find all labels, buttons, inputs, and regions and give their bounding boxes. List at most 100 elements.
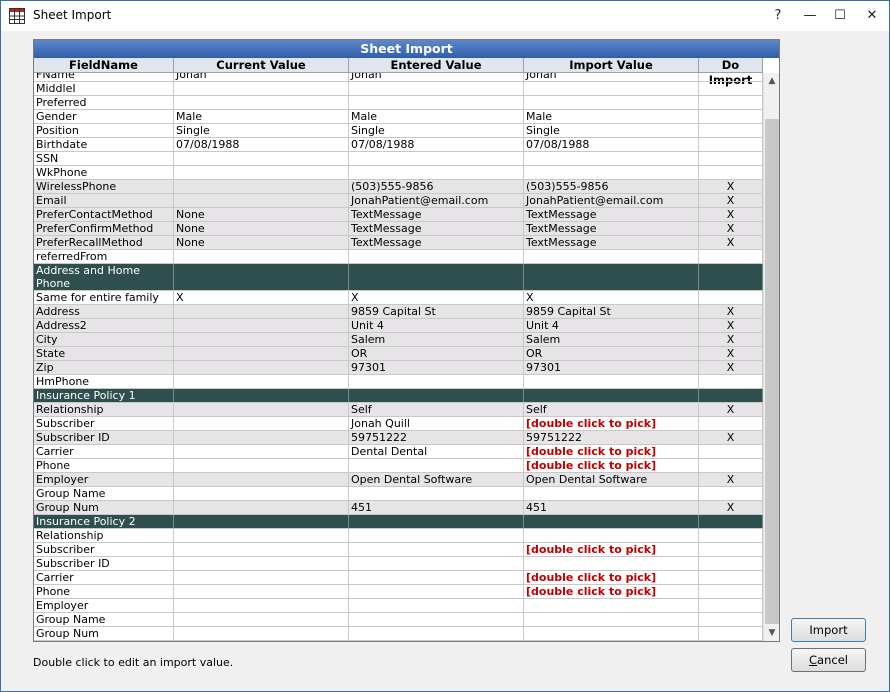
table-row[interactable]: Carrier Dental Dental [double click to pic… [34,445,763,459]
cell-import-value[interactable]: 97301 [524,361,699,374]
cell-import-value[interactable] [524,557,699,570]
table-row[interactable]: Phone [double click to pick] [34,585,763,599]
table-row[interactable]: Employer Open Dental Software Open Dental … [34,473,763,487]
table-row[interactable]: Carrier [double click to pick] [34,571,763,585]
vertical-scrollbar[interactable]: ▲ ▼ [763,73,779,641]
cell-import-value[interactable] [524,389,699,402]
cell-import-value[interactable] [524,613,699,626]
sheet-import-grid[interactable]: Sheet Import FieldName Current Value Ent… [33,39,780,642]
section-header-row[interactable]: Insurance Policy 2 [34,515,763,529]
header-do-import[interactable]: Do Import [699,58,763,87]
header-entered-value[interactable]: Entered Value [349,58,524,73]
cell-import-value[interactable]: (503)555-9856 [524,180,699,193]
table-row[interactable]: PreferContactMethod None TextMessage TextMe… [34,208,763,222]
minimize-button[interactable]: — [795,1,825,31]
cell-import-value[interactable] [524,96,699,109]
cell-import-value[interactable] [524,375,699,388]
table-row[interactable]: Birthdate 07/08/1988 07/08/1988 07/08/1988 [34,138,763,152]
table-row[interactable]: Group Num 451 451 X [34,501,763,515]
table-row[interactable]: City Salem Salem X [34,333,763,347]
table-row[interactable]: WkPhone [34,166,763,180]
table-row[interactable]: SSN [34,152,763,166]
help-button[interactable]: ? [763,1,793,31]
cell-import-value[interactable]: Single [524,124,699,137]
table-row[interactable]: Subscriber ID 59751222 59751222 X [34,431,763,445]
header-import-value[interactable]: Import Value [524,58,699,73]
close-button[interactable]: ✕ [857,1,887,31]
table-row[interactable]: referredFrom [34,250,763,264]
table-row[interactable]: Subscriber Jonah Quill [double click to pi… [34,417,763,431]
cell-import-value[interactable]: 07/08/1988 [524,138,699,151]
section-header-row[interactable]: Address and Home Phone [34,264,763,291]
cell-import-value[interactable] [524,250,699,263]
cell-import-value[interactable]: Unit 4 [524,319,699,332]
table-row[interactable]: Same for entire family X X X [34,291,763,305]
maximize-button[interactable]: ☐ [825,1,855,31]
cell-import-value[interactable] [524,599,699,612]
cell-import-value[interactable]: [double click to pick] [524,459,699,472]
cell-import-value[interactable]: X [524,291,699,304]
cell-import-value[interactable]: [double click to pick] [524,585,699,598]
table-row[interactable]: Group Num [34,627,763,641]
cell-import-value[interactable] [524,166,699,179]
cell-import-value[interactable]: Johan [524,73,699,81]
table-row[interactable]: State OR OR X [34,347,763,361]
cell-import-value[interactable]: [double click to pick] [524,445,699,458]
table-row[interactable]: PreferConfirmMethod None TextMessage TextMe… [34,222,763,236]
table-row[interactable]: Address 9859 Capital St 9859 Capital St X [34,305,763,319]
section-header-row[interactable]: Insurance Policy 1 [34,389,763,403]
cell-import-value[interactable] [524,152,699,165]
import-button[interactable]: Import [791,618,866,642]
scroll-down-arrow-icon[interactable]: ▼ [764,625,779,641]
cell-import-value[interactable]: TextMessage [524,208,699,221]
cell-import-value[interactable]: 9859 Capital St [524,305,699,318]
cancel-button[interactable]: Cancel [791,648,866,672]
cell-import-value[interactable]: 451 [524,501,699,514]
table-row[interactable]: Preferred [34,96,763,110]
table-row[interactable]: Group Name [34,613,763,627]
header-fieldname[interactable]: FieldName [34,58,174,73]
cell-import-value[interactable] [524,487,699,500]
table-row[interactable]: Subscriber [double click to pick] [34,543,763,557]
scroll-up-arrow-icon[interactable]: ▲ [764,73,779,89]
table-row[interactable]: FName Johan Johan Johan [34,73,763,82]
cell-import-value[interactable]: JonahPatient@email.com [524,194,699,207]
table-row[interactable]: Group Name [34,487,763,501]
cell-import-value[interactable]: [double click to pick] [524,543,699,556]
table-row[interactable]: Subscriber ID [34,557,763,571]
table-row[interactable]: Position Single Single Single [34,124,763,138]
cell-import-value[interactable] [524,627,699,640]
table-row[interactable]: Relationship [34,529,763,543]
cell-import-value[interactable] [524,515,699,528]
cell-import-value[interactable]: [double click to pick] [524,417,699,430]
scroll-thumb[interactable] [765,119,779,624]
cell-import-value[interactable]: [double click to pick] [524,571,699,584]
cell-import-value[interactable]: Male [524,110,699,123]
table-row[interactable]: HmPhone [34,375,763,389]
table-row[interactable]: WirelessPhone (503)555-9856 (503)555-9856 X [34,180,763,194]
cell-entered-value: Open Dental Software [349,473,524,486]
cell-import-value[interactable]: Self [524,403,699,416]
cell-import-value[interactable] [524,529,699,542]
table-row[interactable]: Address2 Unit 4 Unit 4X [34,319,763,333]
cell-import-value[interactable]: Open Dental Software [524,473,699,486]
table-row[interactable]: PreferRecallMethod None TextMessage TextMes… [34,236,763,250]
table-row[interactable]: Employer [34,599,763,613]
cell-fieldname: Address and Home Phone [34,264,174,290]
cell-import-value[interactable]: TextMessage [524,222,699,235]
cell-import-value[interactable]: 59751222 [524,431,699,444]
cell-import-value[interactable] [524,82,699,95]
header-current-value[interactable]: Current Value [174,58,349,73]
table-row[interactable]: Phone [double click to pick] [34,459,763,473]
table-row[interactable]: MiddleI [34,82,763,96]
cell-import-value[interactable]: Salem [524,333,699,346]
cell-current-value [174,194,349,207]
table-row[interactable]: Zip 97301 97301 X [34,361,763,375]
cell-import-value[interactable] [524,264,699,290]
cell-entered-value: 59751222 [349,431,524,444]
cell-import-value[interactable]: TextMessage [524,236,699,249]
cell-import-value[interactable]: OR [524,347,699,360]
table-row[interactable]: Relationship Self Self X [34,403,763,417]
table-row[interactable]: Gender Male Male Male [34,110,763,124]
table-row[interactable]: Email JonahPatient@email.com JonahPatient@… [34,194,763,208]
